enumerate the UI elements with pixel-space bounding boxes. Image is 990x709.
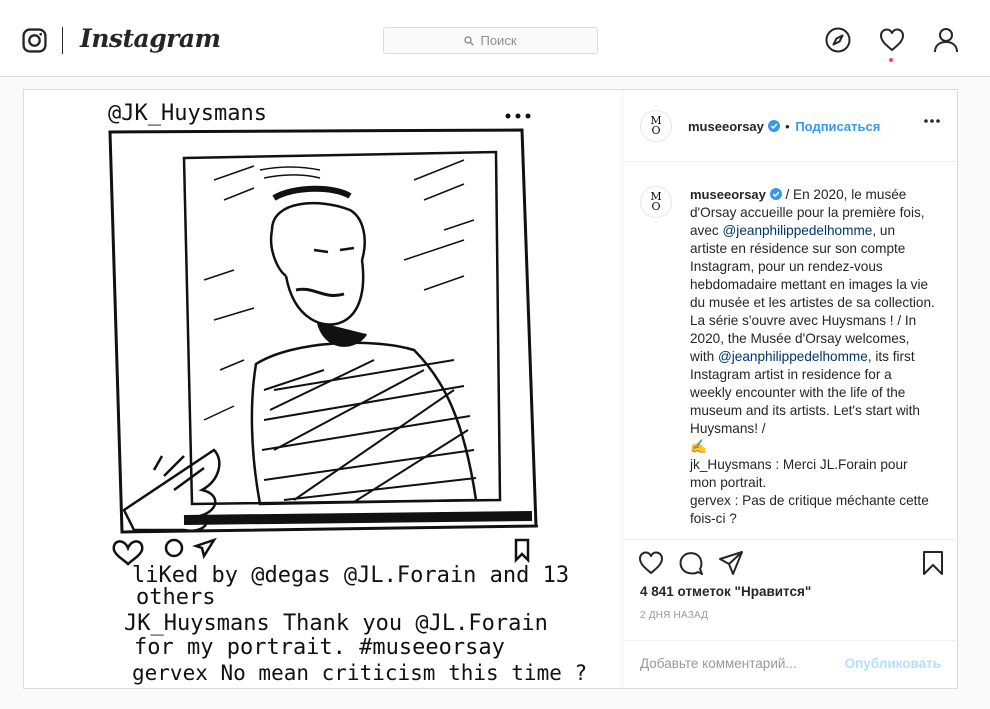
follow-button[interactable]: Подписаться <box>795 119 880 134</box>
profile-user-icon[interactable] <box>933 27 959 53</box>
post-header: M O museeorsay • Подписаться <box>624 90 957 162</box>
post-header-meta: museeorsay • Подписаться <box>688 119 880 134</box>
post-image[interactable]: @JK_Huysmans liKed by @degas @JL.Forain … <box>24 90 623 688</box>
verified-badge-icon <box>769 188 782 200</box>
more-options-icon[interactable] <box>923 118 941 124</box>
drawing-action-doodles <box>112 537 530 566</box>
like-heart-icon[interactable] <box>638 550 664 576</box>
author-username[interactable]: museeorsay <box>688 119 764 134</box>
mention-link[interactable]: @jeanphilippedelhomme <box>723 223 873 238</box>
caption-line-a: jk_Huysmans : Merci JL.Forain pour mon p… <box>690 457 908 490</box>
avatar-letter-bottom: O <box>651 200 661 213</box>
verified-badge-icon <box>767 120 780 132</box>
save-bookmark-icon[interactable] <box>920 550 946 576</box>
share-paper-plane-icon[interactable] <box>718 550 744 576</box>
writing-hand-emoji: ✍️ <box>690 439 707 454</box>
drawing-more-dots <box>505 113 531 119</box>
header-separator: • <box>785 119 790 134</box>
caption-username[interactable]: museeorsay <box>690 187 766 202</box>
notification-dot <box>889 58 893 62</box>
post-card: @JK_Huysmans liKed by @degas @JL.Forain … <box>23 89 958 689</box>
drawing-background-strokes <box>203 159 475 421</box>
comment-bubble-icon[interactable] <box>678 550 704 576</box>
drawing-portrait-figure <box>250 185 478 506</box>
explore-compass-icon[interactable] <box>825 27 851 53</box>
drawing-comment-1: JK_Huysmans Thank you @JL.Forain <box>124 611 548 636</box>
drawing-others-text: others <box>136 585 215 610</box>
post-side-panel: M O museeorsay • Подписаться M O museeor… <box>624 90 957 688</box>
publish-button[interactable]: Опубликовать <box>845 656 941 671</box>
drawing-handle-text: @JK_Huysmans <box>108 101 267 126</box>
search-input[interactable]: Поиск <box>383 27 598 54</box>
drawing-hand <box>122 448 221 532</box>
add-comment-bar: Добавьте комментарий... Опубликовать <box>624 640 957 688</box>
drawing-comment-2: gervex No mean criticism this time ? <box>132 661 587 685</box>
caption-line-b: gervex : Pas de critique méchante cette … <box>690 493 929 526</box>
caption-text-2: , un artiste en résidence sur son compte… <box>690 223 935 364</box>
search-icon <box>464 35 475 46</box>
top-navigation-bar: Instagram Поиск <box>0 0 990 77</box>
activity-heart-icon[interactable] <box>879 27 905 53</box>
avatar-letter-bottom: O <box>651 124 661 137</box>
instagram-wordmark[interactable]: Instagram <box>80 24 221 53</box>
logo-separator <box>62 27 63 54</box>
comments-list[interactable]: M O museeorsay / En 2020, le musée d'Ors… <box>624 162 957 540</box>
avatar[interactable]: M O <box>640 110 672 142</box>
post-caption: museeorsay / En 2020, le musée d'Orsay a… <box>690 186 935 528</box>
comment-input[interactable]: Добавьте комментарий... <box>640 656 797 671</box>
instagram-glyph-icon[interactable] <box>22 28 47 53</box>
likes-count[interactable]: 4 841 отметок "Нравится" <box>640 584 811 599</box>
post-timestamp[interactable]: 2 ДНЯ НАЗАД <box>640 610 708 621</box>
drawing-comment-1-cont: for my portrait. #museeorsay <box>134 635 505 660</box>
caption-avatar[interactable]: M O <box>640 186 672 218</box>
search-placeholder: Поиск <box>480 33 517 48</box>
mention-link[interactable]: @jeanphilippedelhomme <box>718 349 868 364</box>
